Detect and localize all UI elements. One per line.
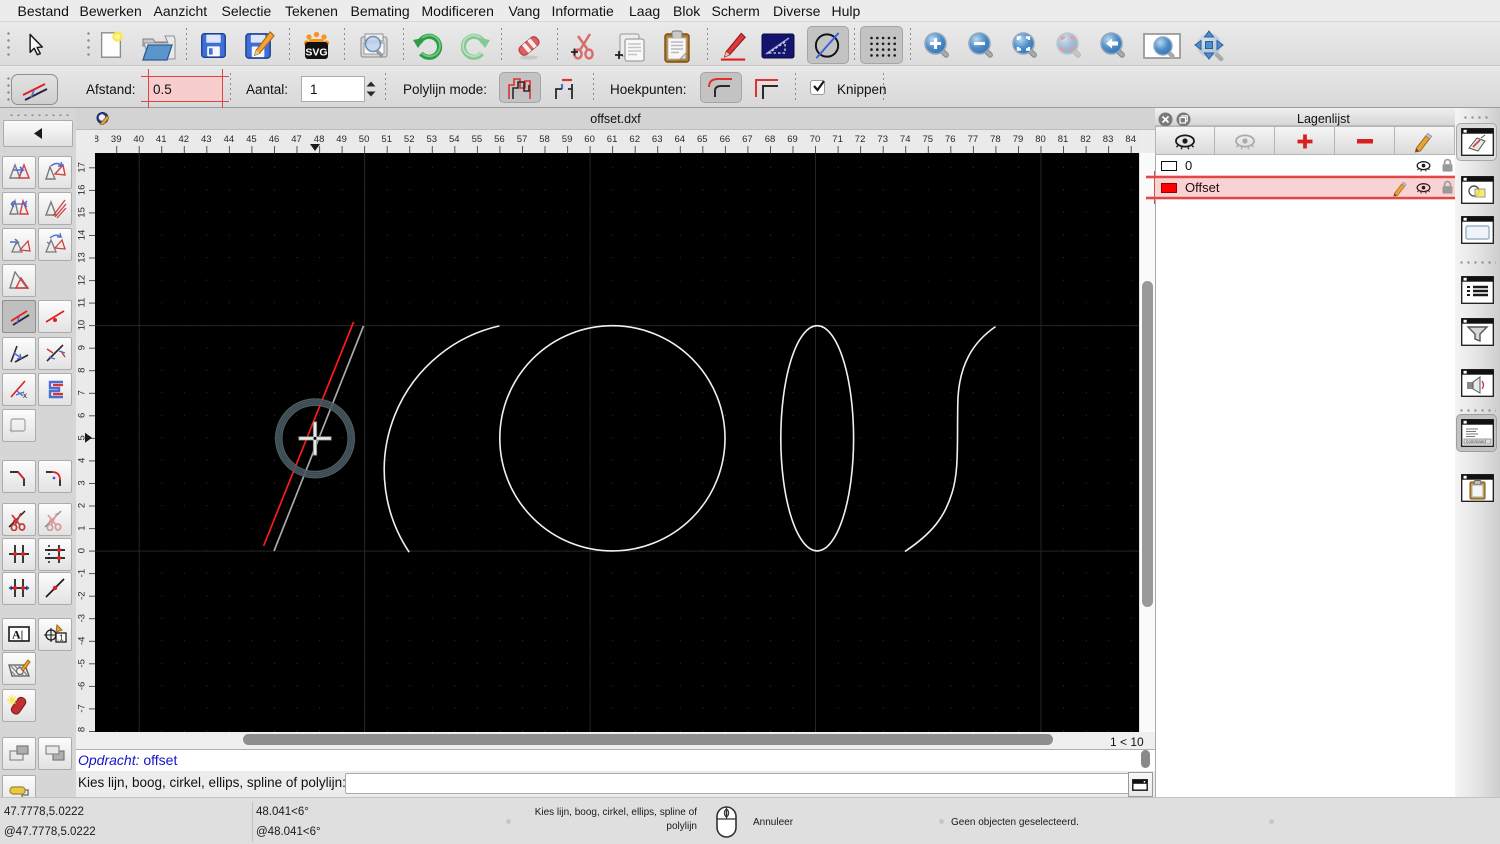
svg-text:53: 53 xyxy=(427,134,438,145)
svg-text:78: 78 xyxy=(990,134,1001,145)
svg-text:60: 60 xyxy=(584,134,595,145)
svg-text:73: 73 xyxy=(877,134,888,145)
svg-text:2: 2 xyxy=(77,503,88,508)
svg-text:48: 48 xyxy=(314,134,325,145)
svg-text:71: 71 xyxy=(832,134,843,145)
svg-text:62: 62 xyxy=(629,134,640,145)
svg-text:SVG: SVG xyxy=(305,47,327,59)
svg-text:84: 84 xyxy=(1125,134,1136,145)
svg-text:43: 43 xyxy=(201,134,212,145)
svg-text:74: 74 xyxy=(900,134,911,145)
svg-text:47: 47 xyxy=(291,134,302,145)
svg-text:72: 72 xyxy=(855,134,866,145)
svg-text:40: 40 xyxy=(133,134,144,145)
svg-text:8: 8 xyxy=(77,368,88,373)
svg-text:56: 56 xyxy=(494,134,505,145)
svg-text:A|: A| xyxy=(12,627,23,641)
svg-text:17: 17 xyxy=(77,162,88,173)
svg-text:52: 52 xyxy=(404,134,415,145)
svg-text:68: 68 xyxy=(765,134,776,145)
svg-text:58: 58 xyxy=(539,134,550,145)
svg-text:50: 50 xyxy=(359,134,370,145)
svg-text:0: 0 xyxy=(77,548,88,553)
svg-text:x: x xyxy=(23,391,27,400)
svg-text:4: 4 xyxy=(77,458,88,463)
svg-text:16: 16 xyxy=(77,185,88,196)
svg-text:75: 75 xyxy=(923,134,934,145)
svg-text:45: 45 xyxy=(246,134,257,145)
svg-text:41: 41 xyxy=(156,134,167,145)
svg-text:command: command xyxy=(1466,439,1486,444)
svg-text:70: 70 xyxy=(810,134,821,145)
svg-text:1: 1 xyxy=(77,525,88,530)
svg-text:-5: -5 xyxy=(77,659,88,667)
svg-text:-7: -7 xyxy=(77,704,88,712)
svg-text:61: 61 xyxy=(607,134,618,145)
svg-text:44: 44 xyxy=(224,134,235,145)
svg-text:54: 54 xyxy=(449,134,460,145)
svg-text:12: 12 xyxy=(77,275,88,286)
svg-text:15: 15 xyxy=(77,207,88,218)
svg-text:57: 57 xyxy=(517,134,528,145)
svg-text:-1: -1 xyxy=(77,569,88,577)
svg-text:-6: -6 xyxy=(77,682,88,690)
svg-text:76: 76 xyxy=(945,134,956,145)
svg-text:83: 83 xyxy=(1103,134,1114,145)
svg-text:.1: .1 xyxy=(57,633,64,642)
svg-text:13: 13 xyxy=(77,252,88,263)
svg-text:42: 42 xyxy=(179,134,190,145)
svg-text:81: 81 xyxy=(1058,134,1069,145)
svg-text:10: 10 xyxy=(77,320,88,331)
svg-text:69: 69 xyxy=(787,134,798,145)
svg-text:64: 64 xyxy=(675,134,686,145)
svg-text:6: 6 xyxy=(77,413,88,418)
svg-text:3: 3 xyxy=(77,480,88,485)
svg-text:55: 55 xyxy=(472,134,483,145)
svg-text:65: 65 xyxy=(697,134,708,145)
svg-text:51: 51 xyxy=(381,134,392,145)
svg-text:77: 77 xyxy=(968,134,979,145)
svg-text:80: 80 xyxy=(1035,134,1046,145)
svg-text:14: 14 xyxy=(77,230,88,241)
svg-text:46: 46 xyxy=(269,134,280,145)
svg-text:82: 82 xyxy=(1080,134,1091,145)
svg-text:9: 9 xyxy=(77,345,88,350)
svg-text:49: 49 xyxy=(336,134,347,145)
svg-text:-2: -2 xyxy=(77,591,88,599)
svg-text:38: 38 xyxy=(95,134,99,145)
svg-text:63: 63 xyxy=(652,134,663,145)
svg-text:66: 66 xyxy=(720,134,731,145)
svg-text:11: 11 xyxy=(77,298,88,308)
svg-text:7: 7 xyxy=(77,390,88,395)
svg-text:-4: -4 xyxy=(77,637,88,645)
svg-text:59: 59 xyxy=(562,134,573,145)
svg-text:-3: -3 xyxy=(77,614,88,622)
svg-text:79: 79 xyxy=(1013,134,1024,145)
svg-text:39: 39 xyxy=(111,134,122,145)
svg-text:67: 67 xyxy=(742,134,753,145)
